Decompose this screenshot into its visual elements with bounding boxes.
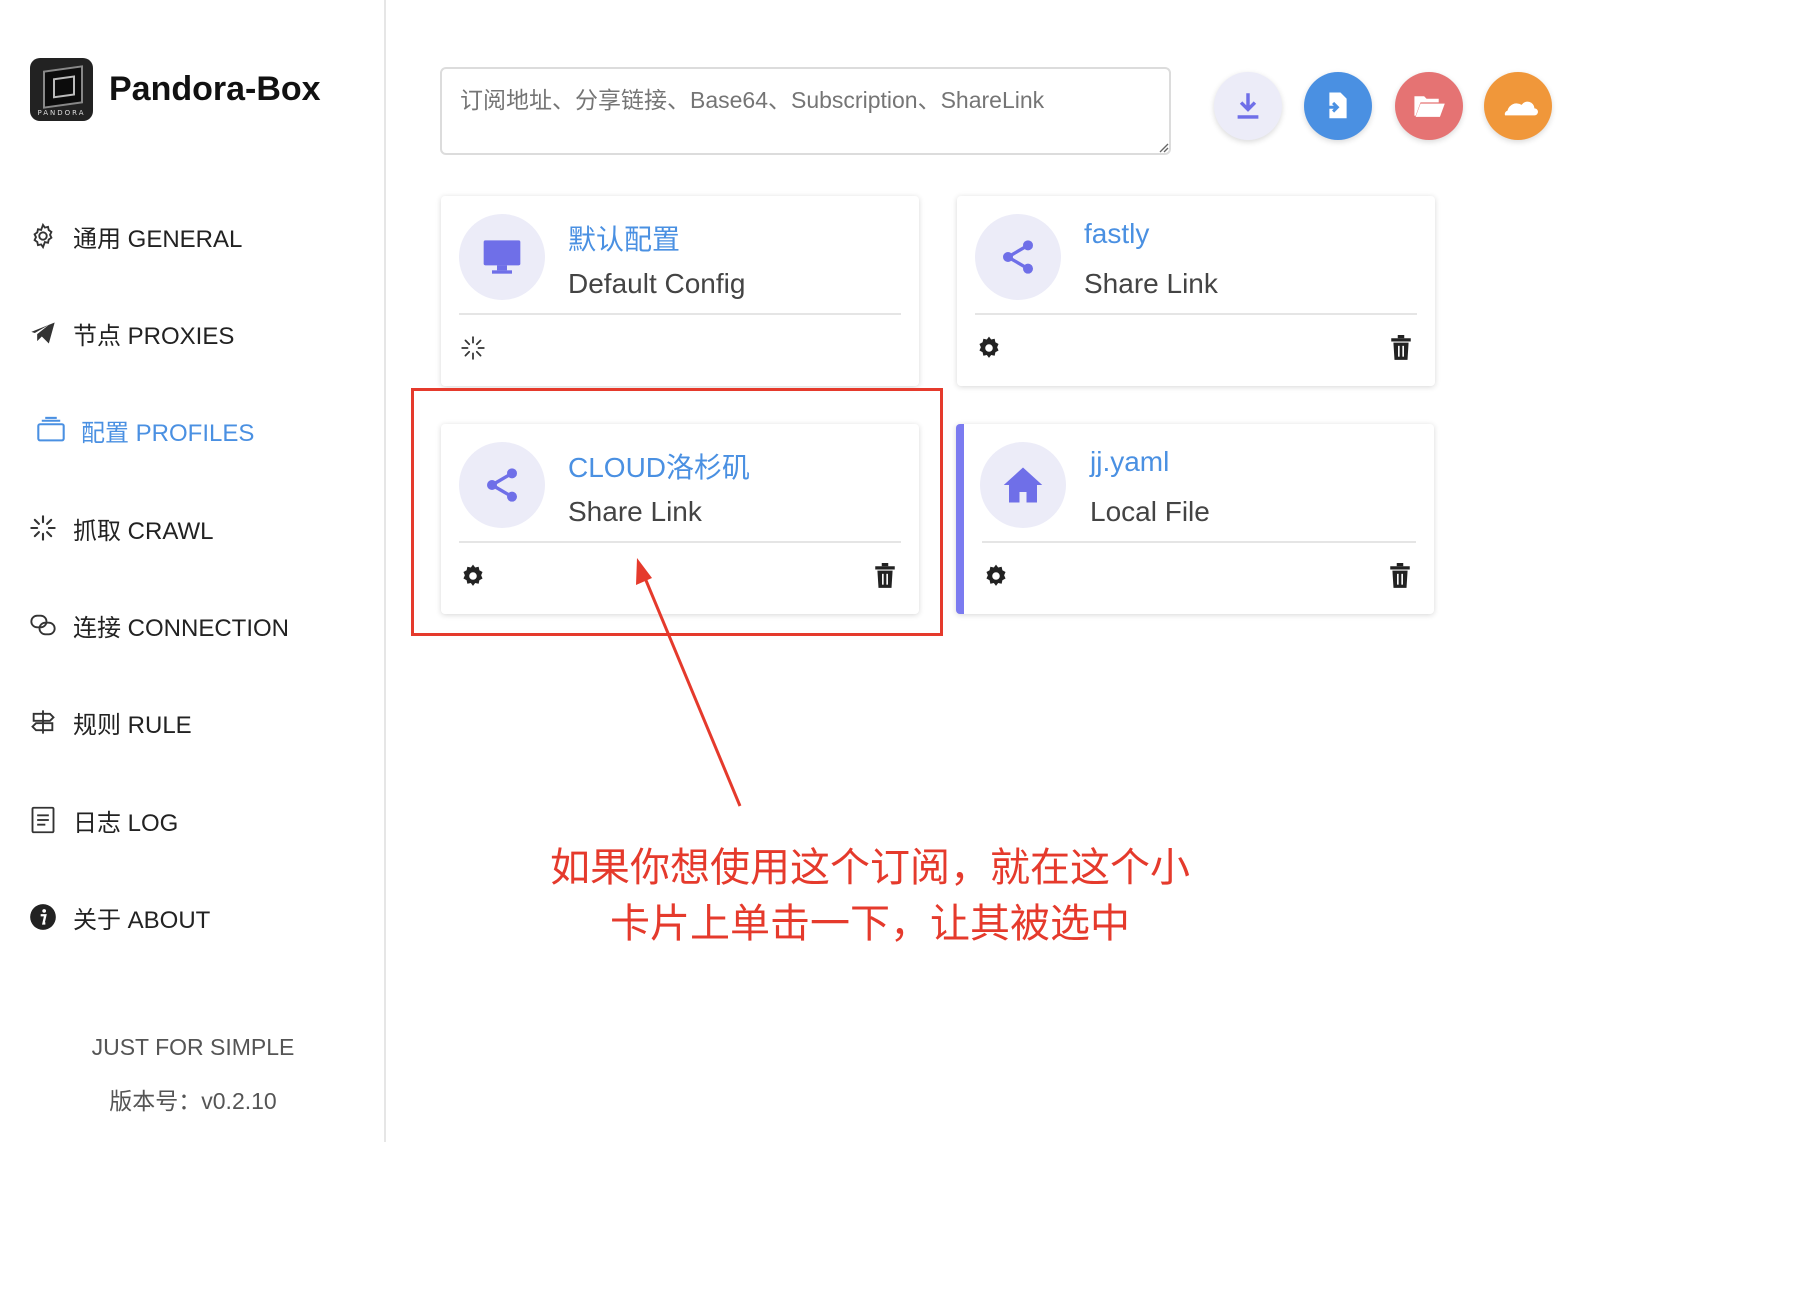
annotation-line-2: 卡片上单击一下，让其被选中 — [610, 902, 1130, 946]
annotation-text: 如果你想使用这个订阅，就在这个小 卡片上单击一下，让其被选中 — [540, 840, 1200, 952]
annotation-arrow — [636, 558, 742, 807]
annotation-line-1: 如果你想使用这个订阅，就在这个小 — [550, 846, 1190, 890]
